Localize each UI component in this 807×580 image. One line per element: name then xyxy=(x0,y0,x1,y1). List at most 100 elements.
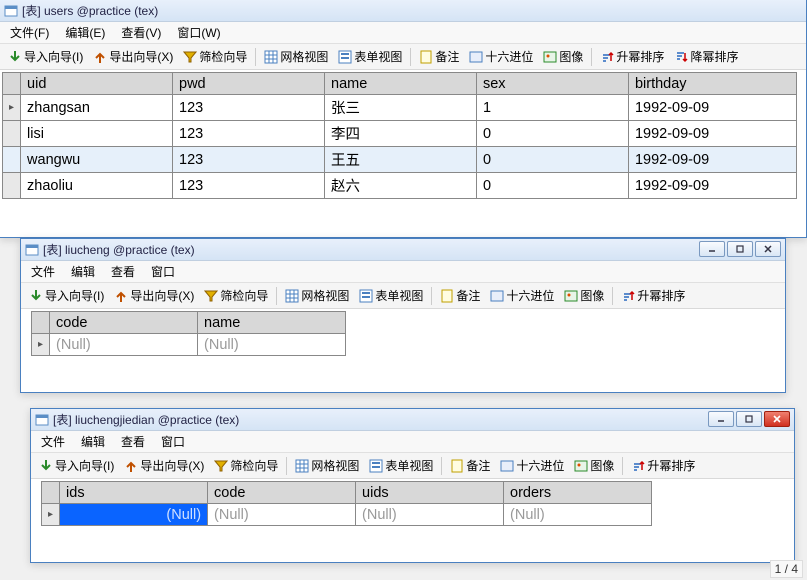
menu-file[interactable]: 文件(F) xyxy=(4,22,55,43)
cell[interactable]: 1992-09-09 xyxy=(628,147,796,173)
cell[interactable]: 0 xyxy=(476,121,628,147)
cell[interactable]: 1 xyxy=(476,95,628,121)
minimize-button[interactable] xyxy=(699,241,725,257)
col-header[interactable]: pwd xyxy=(173,73,325,95)
window-title: [表] liuchengjiedian @practice (tex) xyxy=(53,411,239,428)
tool-asc[interactable]: 升幂排序 xyxy=(617,285,689,306)
tool-asc[interactable]: 升幂排序 xyxy=(596,46,668,67)
titlebar-liuchengjiedian[interactable]: [表] liuchengjiedian @practice (tex) xyxy=(31,409,794,431)
data-grid[interactable]: code name ▸ (Null) (Null) xyxy=(31,311,346,356)
tool-filter[interactable]: 筛检向导 xyxy=(210,455,282,476)
cell[interactable]: (Null) xyxy=(60,504,208,526)
cell[interactable]: 123 xyxy=(173,173,325,199)
col-header[interactable]: sex xyxy=(476,73,628,95)
cell[interactable]: 1992-09-09 xyxy=(628,95,796,121)
close-button[interactable] xyxy=(755,241,781,257)
table-row[interactable]: lisi 123 李四 0 1992-09-09 xyxy=(3,121,797,147)
tool-import[interactable]: 导入向导(I) xyxy=(35,455,118,476)
cell[interactable]: (Null) xyxy=(504,504,652,526)
titlebar-users[interactable]: [表] users @practice (tex) xyxy=(0,0,806,22)
tool-hex[interactable]: 十六进位 xyxy=(465,46,537,67)
table-row[interactable]: ▸ zhangsan 123 张三 1 1992-09-09 xyxy=(3,95,797,121)
tool-import[interactable]: 导入向导(I) xyxy=(4,46,87,67)
menu-view[interactable]: 查看 xyxy=(115,431,151,452)
menu-window[interactable]: 窗口(W) xyxy=(171,22,226,43)
menu-file[interactable]: 文件 xyxy=(35,431,71,452)
cell[interactable]: 123 xyxy=(173,147,325,173)
menu-edit[interactable]: 编辑 xyxy=(65,261,101,282)
cell[interactable]: wangwu xyxy=(21,147,173,173)
tool-export[interactable]: 导出向导(X) xyxy=(120,455,208,476)
menu-window[interactable]: 窗口 xyxy=(145,261,181,282)
data-grid[interactable]: uid pwd name sex birthday ▸ zhangsan 123… xyxy=(2,72,797,199)
col-header[interactable]: ids xyxy=(60,482,208,504)
tool-memo[interactable]: 备注 xyxy=(446,455,494,476)
col-header[interactable]: uids xyxy=(356,482,504,504)
tool-image[interactable]: 图像 xyxy=(560,285,608,306)
label: 十六进位 xyxy=(516,457,564,474)
tool-import[interactable]: 导入向导(I) xyxy=(25,285,108,306)
cell[interactable]: 赵六 xyxy=(325,173,477,199)
menu-view[interactable]: 查看(V) xyxy=(115,22,167,43)
col-header[interactable]: orders xyxy=(504,482,652,504)
cell[interactable]: zhangsan xyxy=(21,95,173,121)
col-header[interactable]: birthday xyxy=(628,73,796,95)
arrow-up-icon xyxy=(124,459,138,473)
menu-edit[interactable]: 编辑(E) xyxy=(59,22,111,43)
menu-edit[interactable]: 编辑 xyxy=(75,431,111,452)
image-icon xyxy=(564,289,578,303)
col-header[interactable]: uid xyxy=(21,73,173,95)
col-header[interactable]: code xyxy=(50,312,198,334)
close-button[interactable] xyxy=(764,411,790,427)
cell[interactable]: lisi xyxy=(21,121,173,147)
tool-asc[interactable]: 升幂排序 xyxy=(627,455,699,476)
cell[interactable]: 张三 xyxy=(325,95,477,121)
tool-export[interactable]: 导出向导(X) xyxy=(110,285,198,306)
cell[interactable]: 0 xyxy=(476,147,628,173)
cell[interactable]: zhaoliu xyxy=(21,173,173,199)
cell[interactable]: 1992-09-09 xyxy=(628,173,796,199)
maximize-button[interactable] xyxy=(727,241,753,257)
tool-hex[interactable]: 十六进位 xyxy=(496,455,568,476)
menu-window[interactable]: 窗口 xyxy=(155,431,191,452)
cell[interactable]: (Null) xyxy=(208,504,356,526)
cell[interactable]: (Null) xyxy=(50,334,198,356)
table-row[interactable]: wangwu 123 王五 0 1992-09-09 xyxy=(3,147,797,173)
cell[interactable]: 0 xyxy=(476,173,628,199)
cell[interactable]: 李四 xyxy=(325,121,477,147)
cell[interactable]: 1992-09-09 xyxy=(628,121,796,147)
table-row[interactable]: ▸ (Null) (Null) (Null) (Null) xyxy=(42,504,652,526)
tool-formview[interactable]: 表单视图 xyxy=(365,455,437,476)
tool-filter[interactable]: 筛检向导 xyxy=(200,285,272,306)
cell[interactable]: (Null) xyxy=(198,334,346,356)
col-header[interactable]: code xyxy=(208,482,356,504)
titlebar-liucheng[interactable]: [表] liucheng @practice (tex) xyxy=(21,239,785,261)
tool-memo[interactable]: 备注 xyxy=(436,285,484,306)
tool-image[interactable]: 图像 xyxy=(570,455,618,476)
tool-gridview[interactable]: 网格视图 xyxy=(281,285,353,306)
cell[interactable]: 123 xyxy=(173,121,325,147)
tool-hex[interactable]: 十六进位 xyxy=(486,285,558,306)
table-row[interactable]: ▸ (Null) (Null) xyxy=(32,334,346,356)
tool-formview[interactable]: 表单视图 xyxy=(334,46,406,67)
tool-gridview[interactable]: 网格视图 xyxy=(291,455,363,476)
tool-export[interactable]: 导出向导(X) xyxy=(89,46,177,67)
col-header[interactable]: name xyxy=(198,312,346,334)
tool-image[interactable]: 图像 xyxy=(539,46,587,67)
data-grid[interactable]: ids code uids orders ▸ (Null) (Null) (Nu… xyxy=(41,481,652,526)
tool-formview[interactable]: 表单视图 xyxy=(355,285,427,306)
menu-file[interactable]: 文件 xyxy=(25,261,61,282)
cell[interactable]: 123 xyxy=(173,95,325,121)
minimize-button[interactable] xyxy=(708,411,734,427)
table-row[interactable]: zhaoliu 123 赵六 0 1992-09-09 xyxy=(3,173,797,199)
tool-desc[interactable]: 降幂排序 xyxy=(670,46,742,67)
tool-filter[interactable]: 筛检向导 xyxy=(179,46,251,67)
tool-memo[interactable]: 备注 xyxy=(415,46,463,67)
col-header[interactable]: name xyxy=(325,73,477,95)
maximize-button[interactable] xyxy=(736,411,762,427)
cell[interactable]: 王五 xyxy=(325,147,477,173)
tool-gridview[interactable]: 网格视图 xyxy=(260,46,332,67)
menu-view[interactable]: 查看 xyxy=(105,261,141,282)
window-liuchengjiedian: [表] liuchengjiedian @practice (tex) 文件 编… xyxy=(30,408,795,563)
cell[interactable]: (Null) xyxy=(356,504,504,526)
